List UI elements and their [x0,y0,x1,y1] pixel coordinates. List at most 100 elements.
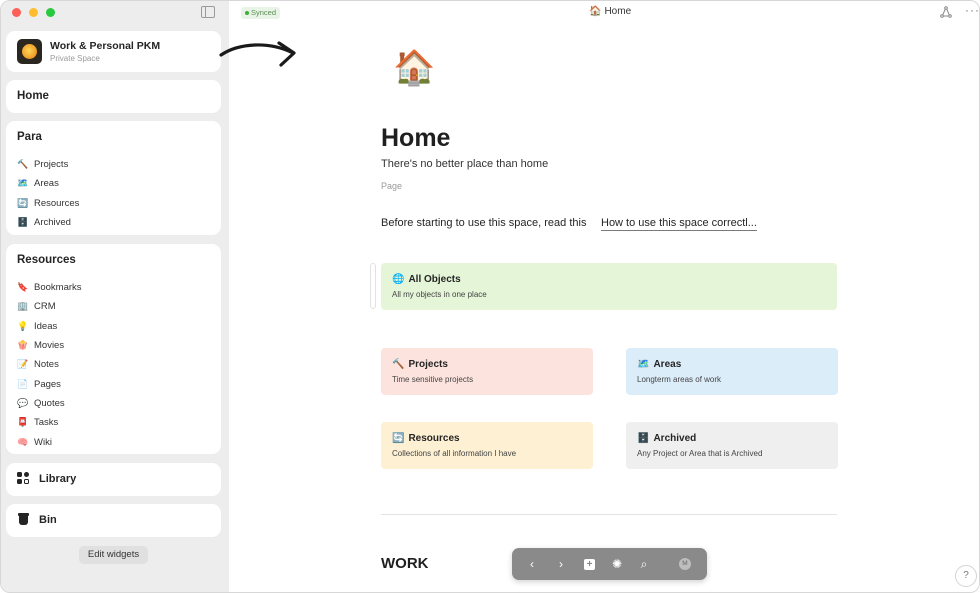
speech-bubble-icon: 💬 [17,397,29,408]
space-name: Work & Personal PKM [50,40,161,52]
home-label: Home [17,90,49,102]
projects-widget[interactable]: 🔨 Projects Time sensitive projects [381,348,593,395]
sidebar-item-label: Movies [34,340,65,352]
sidebar-item-label: Quotes [34,397,65,409]
widget-title-text: Resources [408,433,460,444]
bin-label: Bin [39,514,57,526]
sidebar-item-quotes[interactable]: 💬 Quotes [17,394,82,413]
sidebar-item-pages[interactable]: 📄 Pages [17,374,82,393]
forward-button[interactable]: › [552,555,570,573]
bookmark-icon: 🔖 [17,282,29,293]
resources-title[interactable]: Resources [17,254,76,266]
navigation-toolbar: ‹ › + ✺ ⌕ M [512,548,707,580]
block-drag-handle[interactable] [370,263,376,309]
relations-icon[interactable] [940,6,952,18]
widget-subtitle: Longterm areas of work [637,375,722,384]
intro-text: Before starting to use this space, read … [381,217,587,229]
create-object-button[interactable]: + [580,555,598,573]
sidebar-item-label: Pages [34,378,61,390]
graph-button[interactable]: ✺ [608,555,626,573]
archived-widget[interactable]: 🗄️ Archived Any Project or Area that is … [626,422,838,469]
sidebar-item-bookmarks[interactable]: 🔖 Bookmarks [17,278,81,297]
sidebar-item-ideas[interactable]: 💡 Ideas [17,317,82,336]
cycle-icon: 🔄 [17,197,29,208]
widget-title-text: Archived [653,433,697,444]
sidebar-item-tasks[interactable]: 📮 Tasks [17,413,82,432]
popcorn-icon: 🍿 [17,340,29,351]
widget-title: 🔄 Resources [392,433,460,444]
window-controls [12,8,55,17]
page-icon[interactable]: 🏠 [393,51,435,85]
page-type: Page [381,181,403,191]
widget-title: 🌐 All Objects [392,274,461,285]
resources-widget: Resources 🔖 Bookmarks 🏢 CRM 💡 Ideas 🍿 Mo… [6,244,221,454]
brain-icon: 🧠 [17,436,29,447]
back-button[interactable]: ‹ [523,555,541,573]
arrow-annotation [219,41,296,67]
page-header-title: 🏠 Home [589,6,631,17]
resources-list: 🔖 Bookmarks 🏢 CRM 💡 Ideas 🍿 Movies 📝 Not… [17,278,82,452]
minimize-window-button[interactable] [29,8,38,17]
close-window-button[interactable] [12,8,21,17]
sidebar-item-resources[interactable]: 🔄 Resources [17,194,79,213]
widget-subtitle: All my objects in one place [392,290,487,299]
help-button[interactable]: ? [955,565,977,587]
more-options-icon[interactable]: ··· [965,3,979,17]
house-icon: 🏠 [589,6,602,17]
header-title-text: Home [604,6,632,17]
widget-subtitle: Any Project or Area that is Archived [637,449,763,458]
widget-title: 🗺️ Areas [637,359,681,370]
maximize-window-button[interactable] [46,8,55,17]
hammer-icon: 🔨 [392,359,405,370]
profile-button[interactable]: M [676,555,694,573]
widget-title: 🗄️ Archived [637,433,696,444]
hammer-icon: 🔨 [17,159,29,170]
postbox-icon: 📮 [17,417,29,428]
lightbulb-icon: 💡 [17,320,29,331]
sidebar-item-bin[interactable]: Bin [6,504,221,537]
sidebar-item-crm[interactable]: 🏢 CRM [17,297,82,316]
para-title[interactable]: Para [17,131,42,143]
page-title[interactable]: Home [381,124,450,153]
app-window: Work & Personal PKM Private Space Home P… [0,0,980,593]
sidebar-item-wiki[interactable]: 🧠 Wiki [17,432,82,451]
office-icon: 🏢 [17,301,29,312]
sidebar-item-notes[interactable]: 📝 Notes [17,355,82,374]
widgets-grid-icon [17,472,31,486]
avatar: M [679,558,691,570]
edit-widgets-button[interactable]: Edit widgets [79,546,148,564]
sidebar-item-label: Archived [34,217,71,229]
page-icon: 📄 [17,378,29,389]
sidebar-item-projects[interactable]: 🔨 Projects [17,155,79,174]
sidebar-item-archived[interactable]: 🗄️ Archived [17,213,79,232]
resources-widget-card[interactable]: 🔄 Resources Collections of all informati… [381,422,593,469]
sync-status-badge[interactable]: Synced [241,7,281,19]
space-selector[interactable]: Work & Personal PKM Private Space [6,31,221,72]
widget-title-text: All Objects [408,274,461,285]
areas-widget[interactable]: 🗺️ Areas Longterm areas of work [626,348,838,395]
sidebar-item-label: Wiki [34,436,52,448]
search-button[interactable]: ⌕ [635,555,653,573]
sidebar-item-library[interactable]: Library [6,463,221,496]
intro-link[interactable]: How to use this space correctl... [601,217,757,231]
cabinet-icon: 🗄️ [17,217,29,228]
space-avatar [17,39,42,64]
sidebar-item-label: CRM [34,301,56,313]
sidebar-item-movies[interactable]: 🍿 Movies [17,336,82,355]
widget-title: 🔨 Projects [392,359,448,370]
para-list: 🔨 Projects 🗺️ Areas 🔄 Resources 🗄️ Archi… [17,155,79,232]
all-objects-widget[interactable]: 🌐 All Objects All my objects in one plac… [381,263,837,310]
widget-subtitle: Time sensitive projects [392,375,474,384]
widget-title-text: Areas [653,359,682,370]
sidebar-item-areas[interactable]: 🗺️ Areas [17,174,79,193]
sidebar-item-home[interactable]: Home [6,80,221,113]
page-description[interactable]: There's no better place than home [381,158,548,170]
work-heading[interactable]: WORK [381,555,429,572]
widget-title-text: Projects [408,359,448,370]
widget-subtitle: Collections of all information I have [392,449,517,458]
sidebar-toggle-icon[interactable] [201,6,215,18]
bin-icon [18,513,29,525]
sidebar-item-label: Ideas [34,320,58,332]
sidebar-item-label: Resources [34,197,80,209]
memo-icon: 📝 [17,359,29,370]
